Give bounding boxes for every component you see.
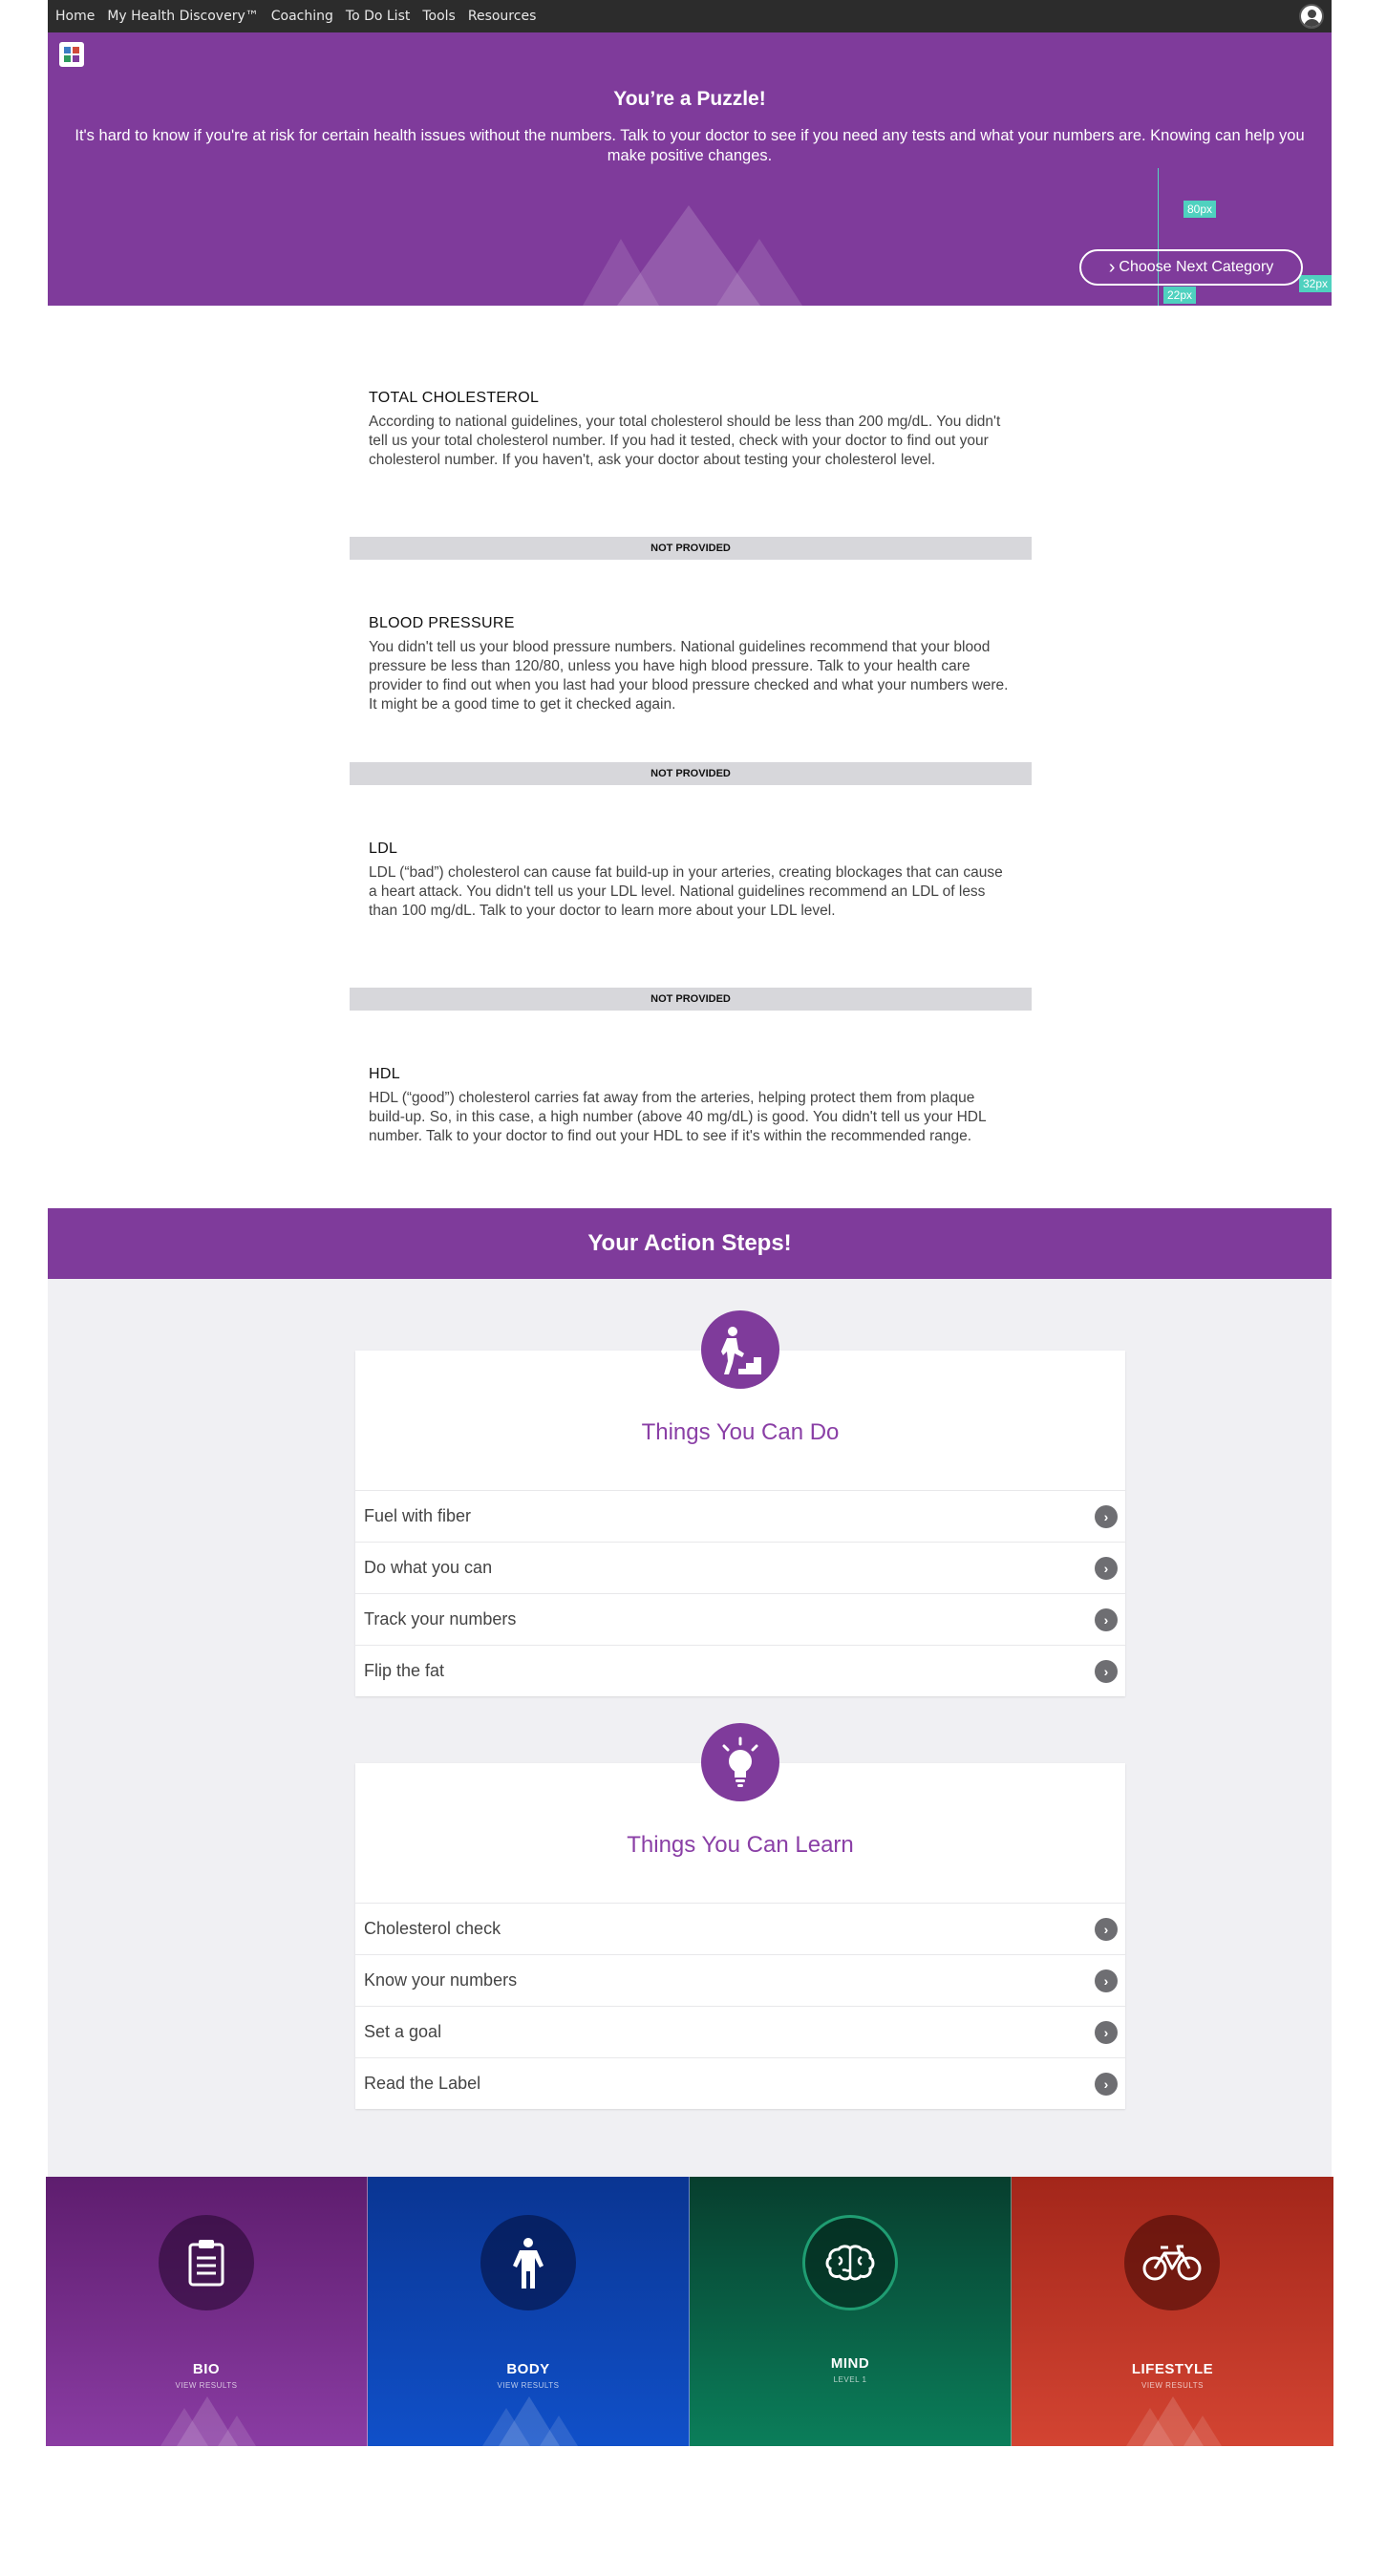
chevron-right-icon: › bbox=[1095, 2021, 1118, 2044]
learn-item-label: Know your numbers bbox=[364, 1970, 518, 1990]
chevron-right-icon: › bbox=[1095, 1918, 1118, 1941]
metric-text: LDL (“bad”) cholesterol can cause fat bu… bbox=[369, 864, 1003, 919]
category-tile-mind[interactable]: MIND LEVEL 1 bbox=[690, 2177, 1012, 2446]
category-name: MIND bbox=[830, 2355, 870, 2372]
metric-text: You didn't tell us your blood pressure n… bbox=[369, 639, 1009, 713]
double-chevron-right-icon: › bbox=[1108, 256, 1114, 278]
action-steps-section: Things You Can Do Fuel with fiber › Do wh… bbox=[48, 1279, 1332, 2177]
learn-item-cholesterol-check[interactable]: Cholesterol check › bbox=[355, 1903, 1125, 1954]
nav-my-health-discovery[interactable]: My Health Discovery™ bbox=[107, 9, 258, 24]
category-name: LIFESTYLE bbox=[1131, 2361, 1214, 2377]
clipboard-icon bbox=[159, 2215, 254, 2310]
metric-text: According to national guidelines, your t… bbox=[369, 414, 1001, 468]
nav-coaching[interactable]: Coaching bbox=[271, 9, 333, 24]
chevron-right-icon: › bbox=[1095, 1557, 1118, 1580]
status-bar: NOT PROVIDED bbox=[350, 762, 1032, 785]
person-icon bbox=[480, 2215, 576, 2310]
lightbulb-icon bbox=[701, 1723, 779, 1801]
category-sub: VIEW RESULTS bbox=[175, 2381, 238, 2390]
category-tile-body[interactable]: BODY VIEW RESULTS bbox=[368, 2177, 690, 2446]
action-item-fuel-with-fiber[interactable]: Fuel with fiber › bbox=[355, 1490, 1125, 1542]
brain-icon bbox=[802, 2215, 898, 2310]
metric-text: HDL (“good”) cholesterol carries fat awa… bbox=[369, 1090, 987, 1144]
metric-ldl: LDL LDL (“bad”) cholesterol can cause fa… bbox=[369, 841, 1032, 921]
action-item-label: Track your numbers bbox=[364, 1609, 517, 1629]
nav-home[interactable]: Home bbox=[55, 9, 95, 24]
learn-item-label: Read the Label bbox=[364, 2074, 481, 2093]
measure-tag-32: 32px bbox=[1299, 275, 1333, 292]
choose-next-category-label: Choose Next Category bbox=[1119, 259, 1274, 275]
hero-title: You’re a Puzzle! bbox=[613, 88, 766, 110]
action-steps-header: Your Action Steps! bbox=[48, 1208, 1332, 1279]
status-bar: NOT PROVIDED bbox=[350, 988, 1032, 1011]
category-sub: LEVEL 1 bbox=[833, 2375, 867, 2384]
action-item-track-your-numbers[interactable]: Track your numbers › bbox=[355, 1593, 1125, 1645]
user-avatar-icon[interactable] bbox=[1299, 4, 1324, 29]
bicycle-icon bbox=[1124, 2215, 1220, 2310]
metric-title: BLOOD PRESSURE bbox=[369, 615, 515, 631]
learn-item-know-your-numbers[interactable]: Know your numbers › bbox=[355, 1954, 1125, 2006]
category-sub: VIEW RESULTS bbox=[1141, 2381, 1204, 2390]
nav-to-do-list[interactable]: To Do List bbox=[346, 9, 410, 24]
nav-tools[interactable]: Tools bbox=[422, 9, 456, 24]
metric-title: TOTAL CHOLESTEROL bbox=[369, 390, 540, 406]
metric-title: LDL bbox=[369, 841, 398, 857]
learn-item-read-the-label[interactable]: Read the Label › bbox=[355, 2057, 1125, 2109]
mountain-decoration bbox=[1183, 2416, 1222, 2446]
action-item-label: Do what you can bbox=[364, 1558, 493, 1577]
app-grid-icon[interactable] bbox=[59, 42, 84, 67]
category-sub: VIEW RESULTS bbox=[497, 2381, 560, 2390]
chevron-right-icon: › bbox=[1095, 1505, 1118, 1528]
metric-blood-pressure: BLOOD PRESSURE You didn't tell us your b… bbox=[369, 615, 1032, 714]
category-tile-bio[interactable]: BIO VIEW RESULTS bbox=[46, 2177, 368, 2446]
nav-resources[interactable]: Resources bbox=[468, 9, 537, 24]
action-item-label: Fuel with fiber bbox=[364, 1506, 472, 1525]
metrics-section: TOTAL CHOLESTEROL According to national … bbox=[48, 306, 1332, 1208]
category-tile-lifestyle[interactable]: LIFESTYLE VIEW RESULTS bbox=[1012, 2177, 1333, 2446]
learn-item-label: Set a goal bbox=[364, 2022, 442, 2041]
chevron-right-icon: › bbox=[1095, 2073, 1118, 2096]
category-name: BODY bbox=[506, 2361, 550, 2377]
chevron-right-icon: › bbox=[1095, 1969, 1118, 1992]
learn-item-label: Cholesterol check bbox=[364, 1919, 501, 1938]
metric-hdl: HDL HDL (“good”) cholesterol carries fat… bbox=[369, 1066, 1032, 1146]
action-item-flip-the-fat[interactable]: Flip the fat › bbox=[355, 1645, 1125, 1696]
things-you-can-learn-card: Things You Can Learn Cholesterol check › … bbox=[355, 1723, 1125, 2109]
hero-description: It's hard to know if you're at risk for … bbox=[75, 127, 1305, 164]
measure-tag-22: 22px bbox=[1163, 287, 1197, 304]
measure-tag-80: 80px bbox=[1183, 201, 1217, 218]
learn-item-set-a-goal[interactable]: Set a goal › bbox=[355, 2006, 1125, 2057]
metric-total-cholesterol: TOTAL CHOLESTEROL According to national … bbox=[369, 390, 1032, 470]
mountain-decoration bbox=[716, 239, 802, 306]
top-nav: Home My Health Discovery™ Coaching To Do… bbox=[48, 0, 1332, 32]
chevron-right-icon: › bbox=[1095, 1608, 1118, 1631]
action-item-do-what-you-can[interactable]: Do what you can › bbox=[355, 1542, 1125, 1593]
things-you-can-do-card: Things You Can Do Fuel with fiber › Do wh… bbox=[355, 1310, 1125, 1696]
mountain-decoration bbox=[218, 2416, 256, 2446]
mountain-decoration bbox=[540, 2416, 578, 2446]
status-bar: NOT PROVIDED bbox=[350, 537, 1032, 560]
choose-next-category-button[interactable]: › Choose Next Category bbox=[1079, 249, 1303, 286]
action-item-label: Flip the fat bbox=[364, 1661, 445, 1680]
chevron-right-icon: › bbox=[1095, 1660, 1118, 1683]
climbing-stairs-icon bbox=[701, 1310, 779, 1389]
metric-title: HDL bbox=[369, 1066, 400, 1082]
category-tiles: BIO VIEW RESULTS BODY VIEW RESULTS MIND … bbox=[46, 2177, 1335, 2446]
category-name: BIO bbox=[192, 2361, 221, 2377]
